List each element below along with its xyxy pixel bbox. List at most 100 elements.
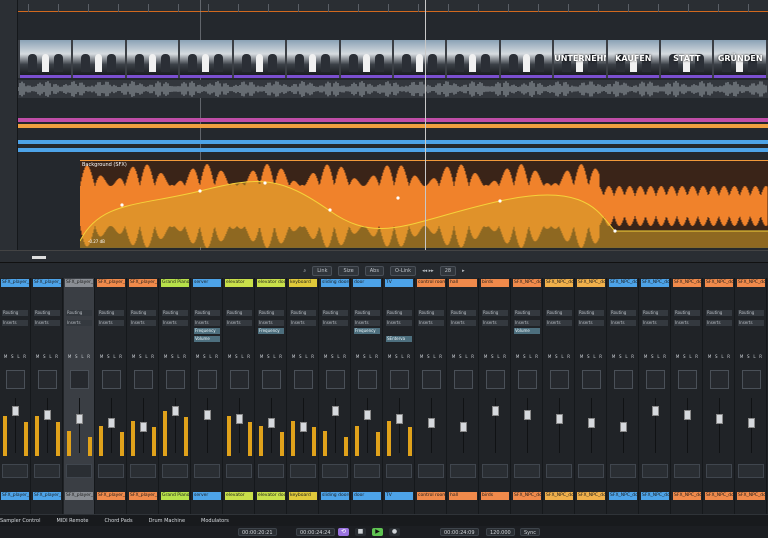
mixer-channel-strip[interactable]: Grand Piano Routing Inserts M S L R Gran… — [160, 278, 191, 514]
routing-button[interactable]: Routing — [386, 310, 412, 316]
volume-fader[interactable] — [172, 406, 179, 416]
pan-control[interactable] — [550, 370, 569, 389]
pan-control[interactable] — [358, 370, 377, 389]
pan-control[interactable] — [582, 370, 601, 389]
routing-button[interactable]: Routing — [34, 310, 60, 316]
horizontal-scrollbar[interactable] — [0, 250, 768, 262]
left-locator-time[interactable]: 00:00:20:21 — [238, 528, 277, 536]
pan-control[interactable] — [518, 370, 537, 389]
inserts-button[interactable]: Inserts — [482, 320, 508, 326]
pan-control[interactable] — [710, 370, 729, 389]
channel-bottom-name[interactable]: SFX_NPC_dog_footsteps_right — [737, 492, 765, 500]
collapsed-tracks[interactable] — [18, 116, 768, 156]
volume-fader[interactable] — [652, 406, 659, 416]
mixer-channel-strip[interactable]: elevator Routing Inserts M S L R elevato… — [224, 278, 255, 514]
record-icon[interactable]: ● — [389, 528, 400, 536]
channel-function-buttons[interactable] — [226, 464, 252, 478]
routing-button[interactable]: Routing — [322, 310, 348, 316]
mixer-channel-strip[interactable]: SFX_NPC_dog Routing InsertsVolume M S L … — [512, 278, 543, 514]
routing-button[interactable]: Routing — [258, 310, 284, 316]
mixer-channel-strip[interactable]: SFX_player_fo Routing Inserts M S L R SF… — [96, 278, 127, 514]
stripe-track-blue[interactable] — [18, 140, 768, 144]
routing-button[interactable]: Routing — [738, 310, 764, 316]
mixer-channel-strip[interactable]: SFX_player_fo Routing Inserts M S L R SF… — [0, 278, 31, 514]
channel-function-buttons[interactable] — [194, 464, 220, 478]
channel-name[interactable]: hall — [449, 279, 477, 287]
channel-bottom-name[interactable]: door — [353, 492, 381, 500]
background-sfx-clip[interactable]: Background (SFX) -0.27 dB — [79, 160, 768, 248]
inserts-button[interactable]: Inserts — [738, 320, 764, 326]
pan-control[interactable] — [614, 370, 633, 389]
mixer-channel-strip[interactable]: SFX_player_fo Routing Inserts M S L R SF… — [32, 278, 63, 514]
channel-function-buttons[interactable] — [386, 464, 412, 478]
inserts-button[interactable]: Inserts — [34, 320, 60, 326]
pan-control[interactable] — [38, 370, 57, 389]
mixer-channel-strip[interactable]: server Routing Inserts Frequency Volume M … — [192, 278, 223, 514]
channel-bottom-name[interactable]: TV — [385, 492, 413, 500]
channel-count[interactable]: 28 — [439, 265, 457, 276]
routing-button[interactable]: Routing — [610, 310, 636, 316]
mixer-channel-strip[interactable]: sliding doors Routing Inserts M S L R sl… — [320, 278, 351, 514]
insert-slot[interactable]: Frequency — [354, 328, 380, 334]
channel-bottom-name[interactable]: elevator door — [257, 492, 285, 500]
channel-name[interactable]: control room — [417, 279, 445, 287]
pan-control[interactable] — [454, 370, 473, 389]
channel-name[interactable]: sliding doors — [321, 279, 349, 287]
inserts-button[interactable]: Inserts — [226, 320, 252, 326]
channel-function-buttons[interactable] — [34, 464, 60, 478]
channel-name[interactable]: TV — [385, 279, 413, 287]
channel-function-buttons[interactable] — [258, 464, 284, 478]
routing-button[interactable]: Routing — [578, 310, 604, 316]
channel-bottom-name[interactable]: SFX_player_ — [1, 492, 29, 500]
channel-bottom-name[interactable]: control room — [417, 492, 445, 500]
stripe-track-blue-2[interactable] — [18, 148, 768, 152]
olink-button[interactable]: O-Link — [389, 265, 417, 276]
channel-function-buttons[interactable] — [738, 464, 764, 478]
channel-bottom-name[interactable]: SFX_NPC_dog_footsteps_right — [705, 492, 733, 500]
channel-function-buttons[interactable] — [418, 464, 444, 478]
inserts-button[interactable]: Inserts — [706, 320, 732, 326]
channel-function-buttons[interactable] — [290, 464, 316, 478]
size-button[interactable]: Size — [338, 265, 359, 276]
pan-control[interactable] — [166, 370, 185, 389]
volume-fader[interactable] — [364, 410, 371, 420]
volume-fader[interactable] — [76, 414, 83, 424]
channel-bottom-name[interactable]: SFX_NPC_dog_barking — [513, 492, 541, 500]
inserts-button[interactable]: Inserts — [194, 320, 220, 326]
inserts-button[interactable]: Inserts — [610, 320, 636, 326]
routing-button[interactable]: Routing — [482, 310, 508, 316]
channel-function-buttons[interactable] — [482, 464, 508, 478]
pan-control[interactable] — [390, 370, 409, 389]
chevron-icon[interactable]: ▸ — [462, 268, 465, 274]
inserts-button[interactable]: Inserts — [450, 320, 476, 326]
insert-slot[interactable]: Volume — [514, 328, 540, 334]
mixer-channel-strip[interactable]: SFX_NPC_dog Routing Inserts M S L R SFX_… — [576, 278, 607, 514]
inserts-button[interactable]: Inserts — [162, 320, 188, 326]
channel-name[interactable]: SFX_NPC_dog — [641, 279, 669, 287]
channel-name[interactable]: SFX_NPC_dog — [545, 279, 573, 287]
mixer-channel-strip[interactable]: hall Routing Inserts M S L R hall — [448, 278, 479, 514]
volume-fader[interactable] — [236, 414, 243, 424]
mixer-channel-strip[interactable]: TV Routing Inserts SEnterva M S L R TV — [384, 278, 415, 514]
routing-button[interactable]: Routing — [418, 310, 444, 316]
routing-button[interactable]: Routing — [450, 310, 476, 316]
channel-function-buttons[interactable] — [610, 464, 636, 478]
pan-control[interactable] — [646, 370, 665, 389]
pan-control[interactable] — [262, 370, 281, 389]
channel-name[interactable]: server — [193, 279, 221, 287]
volume-fader[interactable] — [588, 418, 595, 428]
insert-slot[interactable]: SEnterva — [386, 336, 412, 342]
channel-bottom-name[interactable]: keyboard — [289, 492, 317, 500]
tempo-field[interactable]: 120.000 — [486, 528, 515, 536]
inserts-button[interactable]: Inserts — [578, 320, 604, 326]
link-button[interactable]: Link — [312, 265, 333, 276]
mixer-channel-strip[interactable]: SFX_player_fo Routing Inserts M S L R SF… — [64, 278, 95, 514]
volume-fader[interactable] — [268, 418, 275, 428]
pan-control[interactable] — [294, 370, 313, 389]
timeline-ruler[interactable] — [18, 0, 768, 12]
lower-zone-tab[interactable]: Chord Pads — [104, 518, 132, 524]
channel-bottom-name[interactable]: SFX_player_footsteps_ — [129, 492, 157, 500]
channel-bottom-name[interactable]: birds — [481, 492, 509, 500]
channel-name[interactable]: SFX_player_fo — [129, 279, 157, 287]
channel-function-buttons[interactable] — [322, 464, 348, 478]
